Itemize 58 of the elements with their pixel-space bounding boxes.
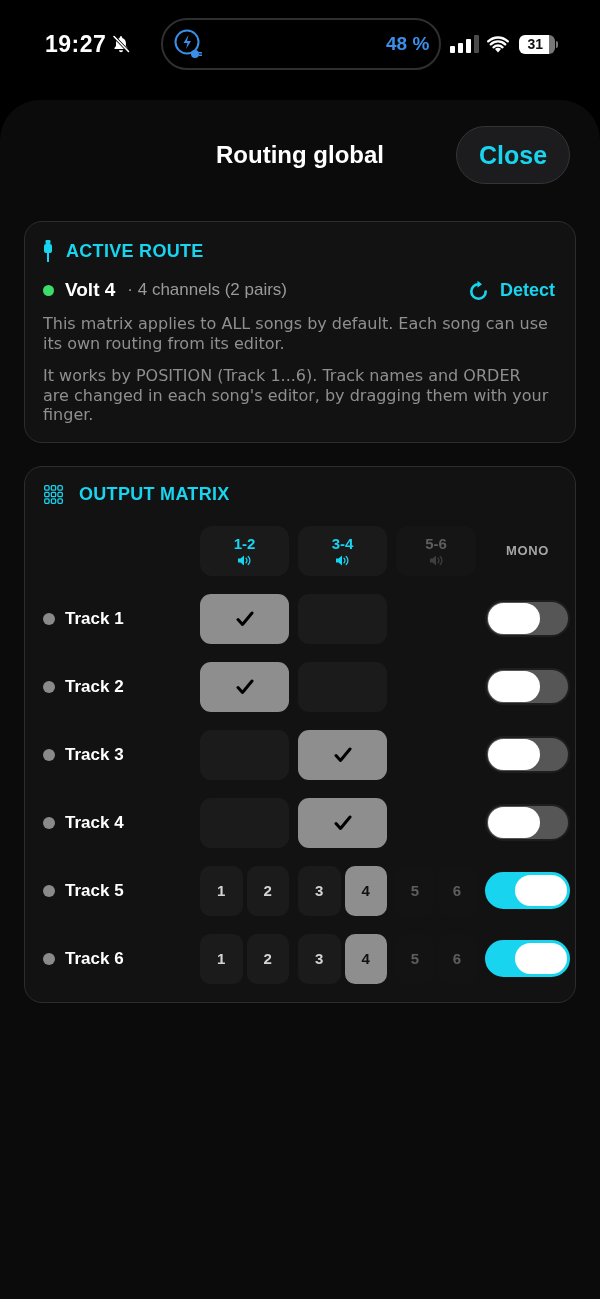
mono-toggle[interactable] bbox=[485, 804, 570, 841]
cable-icon bbox=[44, 240, 52, 262]
detect-button[interactable]: Detect bbox=[468, 279, 555, 301]
column-label: 1-2 bbox=[233, 535, 256, 552]
track-dot-icon bbox=[43, 952, 55, 965]
track-name: Track 5 bbox=[65, 880, 124, 901]
speaker-icon bbox=[336, 555, 349, 566]
section-heading: ACTIVE ROUTE bbox=[66, 240, 204, 262]
track-name: Track 2 bbox=[65, 676, 124, 697]
info-text: It works by POSITION (Track 1...6). Track names and ORDER are changed in each song's editor, by dragging them with your finger. bbox=[43, 366, 549, 425]
mono-toggle[interactable] bbox=[485, 600, 570, 637]
charge-percent: 48 % bbox=[386, 33, 430, 55]
check-icon bbox=[235, 678, 254, 695]
track-dot-icon bbox=[43, 748, 55, 761]
channel-button[interactable]: 2 bbox=[246, 933, 289, 984]
column-label: 3-4 bbox=[331, 535, 354, 552]
info-text: This matrix applies to ALL songs by default. Each song can use its own routing from its editor. bbox=[43, 314, 549, 353]
grid-icon bbox=[44, 485, 63, 504]
channel-button[interactable]: 4 bbox=[344, 933, 387, 984]
sheet-title: Routing global bbox=[216, 141, 384, 169]
section-heading: OUTPUT MATRIX bbox=[79, 484, 230, 505]
close-button[interactable]: Close bbox=[456, 126, 570, 184]
column-label: 5-6 bbox=[425, 535, 447, 552]
channel-button[interactable]: 1 bbox=[200, 865, 243, 916]
check-icon bbox=[235, 610, 254, 627]
check-icon bbox=[333, 814, 352, 831]
speaker-icon bbox=[238, 555, 251, 566]
mono-toggle[interactable] bbox=[485, 668, 570, 705]
route-cell[interactable] bbox=[298, 729, 387, 780]
route-cell[interactable] bbox=[200, 593, 289, 644]
channel-button[interactable]: 2 bbox=[246, 865, 289, 916]
track-dot-icon bbox=[43, 680, 55, 693]
track-name: Track 3 bbox=[65, 744, 124, 765]
track-name: Track 1 bbox=[65, 608, 124, 629]
signal-icon bbox=[450, 35, 480, 53]
track-name: Track 6 bbox=[65, 948, 124, 969]
track-dot-icon bbox=[43, 612, 55, 625]
clock-time: 19:27 bbox=[45, 30, 107, 58]
channel-button[interactable]: 4 bbox=[344, 865, 387, 916]
device-detail: · 4 channels (2 pairs) bbox=[127, 280, 287, 300]
bell-muted-icon bbox=[111, 34, 132, 54]
route-cell[interactable] bbox=[200, 661, 289, 712]
track-dot-icon bbox=[43, 816, 55, 829]
speaker-icon bbox=[429, 555, 443, 566]
track-dot-icon bbox=[43, 884, 55, 897]
route-cell[interactable] bbox=[298, 797, 387, 848]
device-name: Volt 4 bbox=[65, 279, 116, 301]
channel-button[interactable]: 3 bbox=[298, 933, 341, 984]
mono-toggle[interactable] bbox=[485, 736, 570, 773]
channel-button[interactable]: 3 bbox=[298, 865, 341, 916]
battery-indicator: 31 bbox=[519, 34, 559, 54]
refresh-icon bbox=[468, 280, 488, 300]
channel-button[interactable]: 1 bbox=[200, 933, 243, 984]
column-label: MONO bbox=[506, 543, 549, 558]
track-name: Track 4 bbox=[65, 812, 124, 833]
wifi-icon bbox=[487, 35, 510, 53]
charging-icon bbox=[174, 29, 203, 59]
check-icon bbox=[333, 746, 352, 763]
